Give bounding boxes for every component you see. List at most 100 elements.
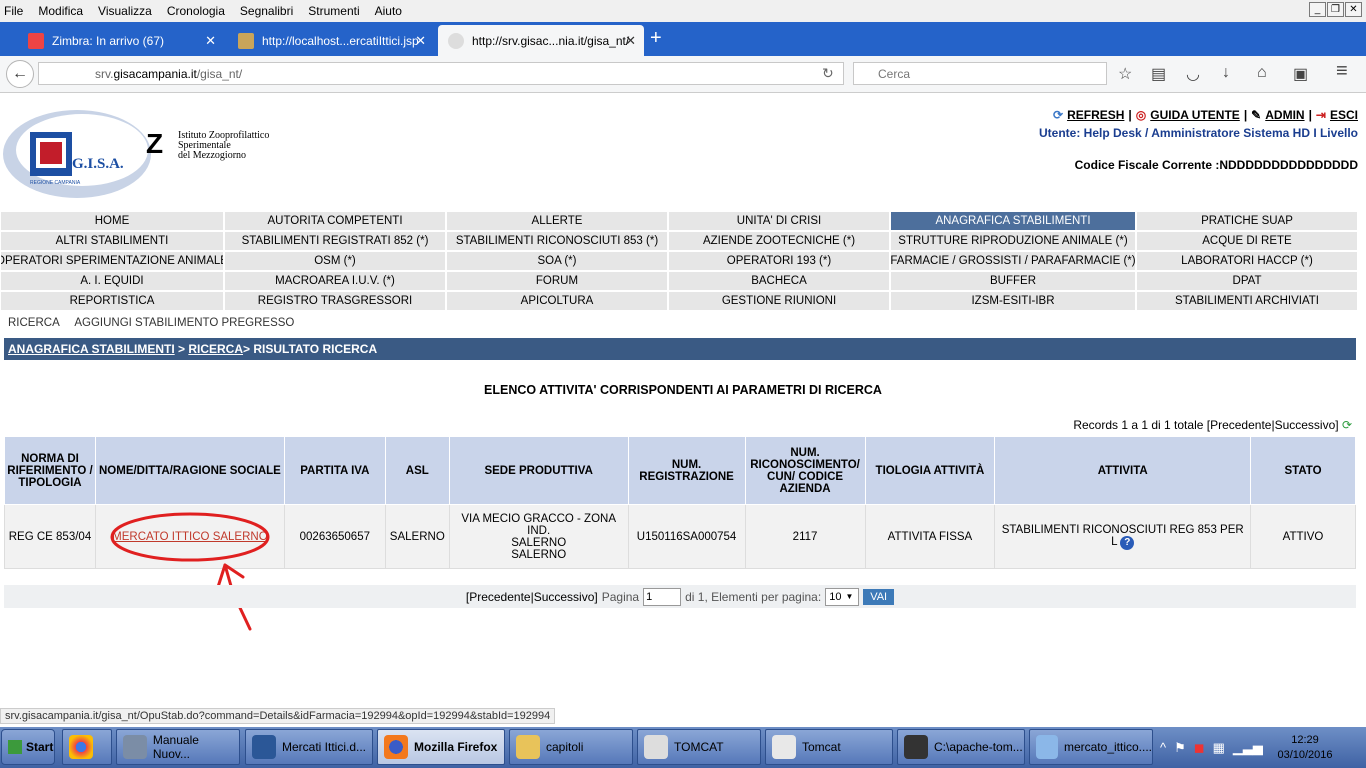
search-input[interactable]: Cerca (853, 62, 1107, 85)
screenshot-icon[interactable]: ▣ (1293, 64, 1308, 84)
download-icon[interactable]: ↓ (1222, 64, 1230, 82)
tab-zimbra[interactable]: Zimbra: In arrivo (67) ✕ (18, 25, 224, 56)
cell-sede: VIA MECIO GRACCO - ZONA IND. SALERNO SAL… (448, 504, 629, 569)
menu-item-allerte[interactable]: ALLERTE (446, 211, 668, 231)
menu-item-altri-stabilimenti[interactable]: ALTRI STABILIMENTI (0, 231, 224, 251)
taskbar-item[interactable]: Tomcat (765, 729, 893, 765)
menu-item-operatori-193[interactable]: OPERATORI 193 (*) (668, 251, 890, 271)
pager-nav[interactable]: [Precedente|Successivo] (466, 590, 598, 604)
menu-modifica[interactable]: Modifica (38, 4, 83, 18)
chevron-up-icon[interactable]: ^ (1160, 740, 1166, 756)
close-tab-icon[interactable]: ✕ (205, 33, 216, 49)
network-icon[interactable]: ▦ (1213, 740, 1225, 756)
menu-item-izsm-esiti-ibr[interactable]: IZSM-ESITI-IBR (890, 291, 1136, 311)
url-bar[interactable]: srv. gisacampania.it/gisa_nt/ (38, 62, 844, 85)
close-button[interactable]: ✕ (1345, 2, 1362, 17)
chrome-button[interactable] (62, 729, 112, 765)
menu-item-a-i-equidi[interactable]: A. I. EQUIDI (0, 271, 224, 291)
refresh-icon[interactable]: ⟳ (1342, 418, 1352, 432)
menu-item-home[interactable]: HOME (0, 211, 224, 231)
taskbar-label: Manuale Nuov... (152, 733, 199, 761)
refresh-link[interactable]: REFRESH (1067, 108, 1124, 122)
guida-link[interactable]: GUIDA UTENTE (1150, 108, 1240, 122)
submenu-ricerca[interactable]: RICERCA (8, 317, 60, 329)
taskbar-item[interactable]: TOMCAT (637, 729, 761, 765)
menu-item-pratiche-suap[interactable]: PRATICHE SUAP (1136, 211, 1358, 231)
menu-item-operatori-sperimentazione-animale[interactable]: OPERATORI SPERIMENTAZIONE ANIMALE (0, 251, 224, 271)
menu-item-apicoltura[interactable]: APICOLTURA (446, 291, 668, 311)
menu-segnalibri[interactable]: Segnalibri (240, 4, 293, 18)
menu-strumenti[interactable]: Strumenti (308, 4, 359, 18)
flag-icon[interactable]: ⚑ (1174, 740, 1186, 756)
breadcrumb-anagrafica[interactable]: ANAGRAFICA STABILIMENTI (8, 342, 175, 356)
taskbar-item[interactable]: mercato_ittico.... (1029, 729, 1153, 765)
menu-item-registro-trasgressori[interactable]: REGISTRO TRASGRESSORI (224, 291, 446, 311)
page-input[interactable] (643, 587, 682, 606)
menu-item-forum[interactable]: FORUM (446, 271, 668, 291)
menu-item-laboratori-haccp[interactable]: LABORATORI HACCP (*) (1136, 251, 1358, 271)
restore-button[interactable]: ❐ (1327, 2, 1344, 17)
menu-item-reportistica[interactable]: REPORTISTICA (0, 291, 224, 311)
hamburger-menu-icon[interactable]: ≡ (1336, 60, 1348, 83)
new-tab-icon[interactable]: + (650, 27, 662, 50)
records-text[interactable]: Records 1 a 1 di 1 totale [Precedente|Su… (1073, 418, 1338, 432)
pocket-icon[interactable]: ◡ (1186, 64, 1200, 84)
breadcrumb-current: > RISULTATO RICERCA (243, 342, 378, 356)
back-button[interactable]: ← (6, 60, 34, 88)
per-page-select[interactable]: 10 ▼ (825, 587, 860, 606)
menu-visualizza[interactable]: Visualizza (98, 4, 152, 18)
reload-icon[interactable]: ↻ (822, 65, 834, 82)
menu-cronologia[interactable]: Cronologia (167, 4, 225, 18)
start-button[interactable]: Start (1, 729, 55, 765)
menu-item-strutture-riproduzione-animale[interactable]: STRUTTURE RIPRODUZIONE ANIMALE (*) (890, 231, 1136, 251)
menu-item-osm[interactable]: OSM (*) (224, 251, 446, 271)
menu-item-soa[interactable]: SOA (*) (446, 251, 668, 271)
clock-time: 12:29 (1291, 734, 1319, 746)
taskbar-item[interactable]: capitoli (509, 729, 633, 765)
menu-item-bacheca[interactable]: BACHECA (668, 271, 890, 291)
menu-item-stabilimenti-riconosciuti-853[interactable]: STABILIMENTI RICONOSCIUTI 853 (*) (446, 231, 668, 251)
menu-item-stabilimenti-archiviati[interactable]: STABILIMENTI ARCHIVIATI (1136, 291, 1358, 311)
vai-button[interactable]: VAI (863, 588, 895, 605)
pdf-icon[interactable]: ◼ (1194, 740, 1205, 756)
menu-aiuto[interactable]: Aiuto (375, 4, 402, 18)
menu-item-macroarea-i-u-v[interactable]: MACROAREA I.U.V. (*) (224, 271, 446, 291)
menu-file[interactable]: File (4, 4, 23, 18)
cell-num-ric: 2117 (744, 504, 866, 569)
menu-item-anagrafica-stabilimenti[interactable]: ANAGRAFICA STABILIMENTI (890, 211, 1136, 231)
tab-gisa[interactable]: http://srv.gisac...nia.it/gisa_nt/ ✕ (438, 25, 644, 56)
menu-item-aziende-zootecniche[interactable]: AZIENDE ZOOTECNICHE (*) (668, 231, 890, 251)
reading-list-icon[interactable]: ▤ (1151, 64, 1166, 84)
firefox-icon (384, 735, 408, 759)
submenu-aggiungi[interactable]: AGGIUNGI STABILIMENTO PREGRESSO (74, 317, 294, 329)
menu-row: HOME AUTORITA COMPETENTI ALLERTE UNITA' DI … (0, 211, 1358, 231)
admin-link[interactable]: ADMIN (1265, 108, 1304, 122)
clock[interactable]: 12:29 03/10/2016 (1270, 733, 1340, 763)
menu-item-unita-di-crisi[interactable]: UNITA' DI CRISI (668, 211, 890, 231)
minimize-button[interactable]: _ (1309, 2, 1326, 17)
breadcrumb-ricerca[interactable]: RICERCA (188, 342, 243, 356)
esci-link[interactable]: ESCI (1330, 108, 1358, 122)
menu-item-stabilimenti-registrati-852[interactable]: STABILIMENTI REGISTRATI 852 (*) (224, 231, 446, 251)
pager-label: Pagina (601, 589, 640, 604)
home-icon[interactable]: ⌂ (1257, 64, 1267, 82)
tab-localhost[interactable]: http://localhost...ercatiIttici.jsp ✕ (228, 25, 434, 56)
cell-num-reg: U150116SA000754 (627, 504, 746, 569)
menu-item-gestione-riunioni[interactable]: GESTIONE RIUNIONI (668, 291, 890, 311)
menu-item-autorita-competenti[interactable]: AUTORITA COMPETENTI (224, 211, 446, 231)
menu-item-buffer[interactable]: BUFFER (890, 271, 1136, 291)
signal-icon[interactable]: ▁▃▅ (1233, 740, 1263, 756)
taskbar-item[interactable]: Mercati Ittici.d... (245, 729, 373, 765)
taskbar-item[interactable]: C:\apache-tom... (897, 729, 1025, 765)
menu-row: A. I. EQUIDI MACROAREA I.U.V. (*) FORUM BAC… (0, 271, 1358, 291)
taskbar-item[interactable]: Manuale Nuov... (116, 729, 240, 765)
menu-item-farmacie-grossisti-parafarmacie[interactable]: FARMACIE / GROSSISTI / PARAFARMACIE (*) (890, 251, 1136, 271)
close-tab-icon[interactable]: ✕ (415, 33, 426, 49)
info-icon[interactable]: ? (1120, 535, 1135, 550)
th-num-ric: NUM. RICONOSCIMENTO/ CUN/ CODICE AZIENDA (744, 436, 866, 505)
close-tab-icon[interactable]: ✕ (625, 33, 636, 49)
menu-item-acque-di-rete[interactable]: ACQUE DI RETE (1136, 231, 1358, 251)
taskbar-item-active[interactable]: Mozilla Firefox (377, 729, 505, 765)
bookmark-star-icon[interactable]: ☆ (1118, 64, 1132, 84)
menu-item-dpat[interactable]: DPAT (1136, 271, 1358, 291)
